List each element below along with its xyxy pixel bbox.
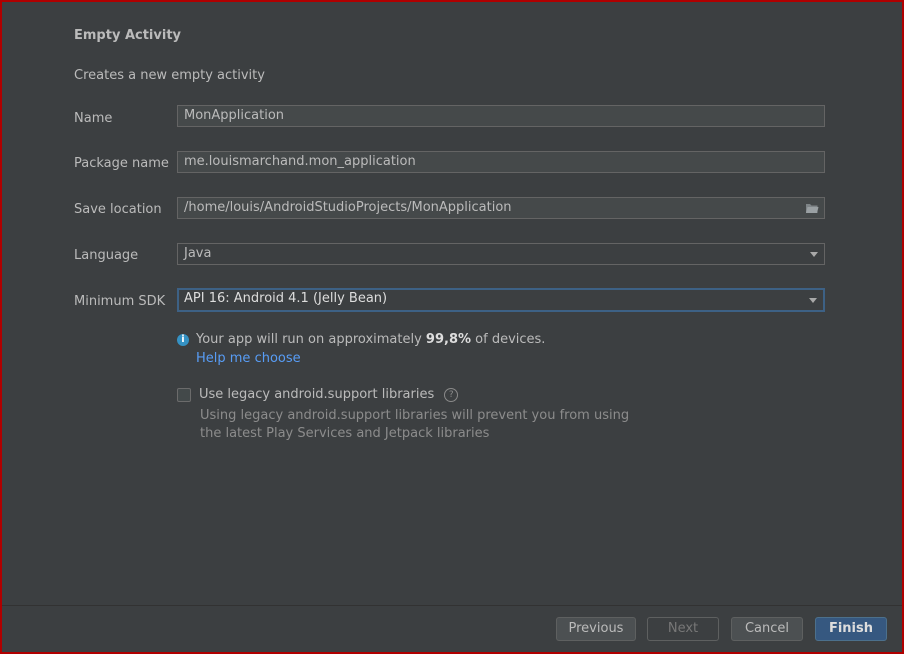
chevron-down-icon <box>809 298 817 303</box>
chevron-down-icon <box>810 252 818 257</box>
minimum-sdk-select[interactable]: API 16: Android 4.1 (Jelly Bean) <box>177 288 825 312</box>
minimum-sdk-value: API 16: Android 4.1 (Jelly Bean) <box>184 291 388 306</box>
page-subtitle: Creates a new empty activity <box>74 68 265 83</box>
finish-button[interactable]: Finish <box>815 617 887 641</box>
footer-divider <box>2 605 902 606</box>
cancel-button[interactable]: Cancel <box>731 617 803 641</box>
legacy-support-checkbox[interactable] <box>177 387 191 402</box>
name-field[interactable]: MonApplication <box>177 105 825 127</box>
folder-icon[interactable] <box>805 202 819 214</box>
help-me-choose-link[interactable]: Help me choose <box>196 351 301 366</box>
language-value: Java <box>184 246 212 261</box>
minimum-sdk-label: Minimum SDK <box>74 294 166 309</box>
package-name-field[interactable]: me.louismarchand.mon_application <box>177 151 825 173</box>
new-project-dialog: Empty Activity Creates a new empty activ… <box>0 0 904 654</box>
page-title: Empty Activity <box>74 28 182 43</box>
legacy-hint-line-1: Using legacy android.support libraries w… <box>200 408 630 423</box>
coverage-prefix: Your app will run on approximately <box>196 332 426 347</box>
save-location-value: /home/louis/AndroidStudioProjects/MonApp… <box>184 200 512 215</box>
legacy-support-label[interactable]: Use legacy android.support libraries <box>199 387 434 402</box>
legacy-hint-line-2: the latest Play Services and Jetpack lib… <box>200 426 490 441</box>
next-button[interactable]: Next <box>647 617 719 641</box>
coverage-suffix: of devices. <box>471 332 546 347</box>
package-name-label: Package name <box>74 156 169 171</box>
name-label: Name <box>74 111 113 126</box>
save-location-label: Save location <box>74 202 162 217</box>
device-coverage-info: i Your app will run on approximately 99,… <box>177 332 545 347</box>
save-location-field[interactable]: /home/louis/AndroidStudioProjects/MonApp… <box>177 197 825 219</box>
legacy-support-row: Use legacy android.support libraries ? <box>177 387 459 402</box>
help-icon[interactable]: ? <box>444 387 459 402</box>
info-icon: i <box>177 333 189 346</box>
coverage-percent: 99,8% <box>425 332 472 347</box>
previous-button[interactable]: Previous <box>556 617 636 641</box>
legacy-support-hint: Using legacy android.support libraries w… <box>200 407 629 443</box>
language-label: Language <box>74 248 139 263</box>
language-select[interactable]: Java <box>177 243 825 265</box>
